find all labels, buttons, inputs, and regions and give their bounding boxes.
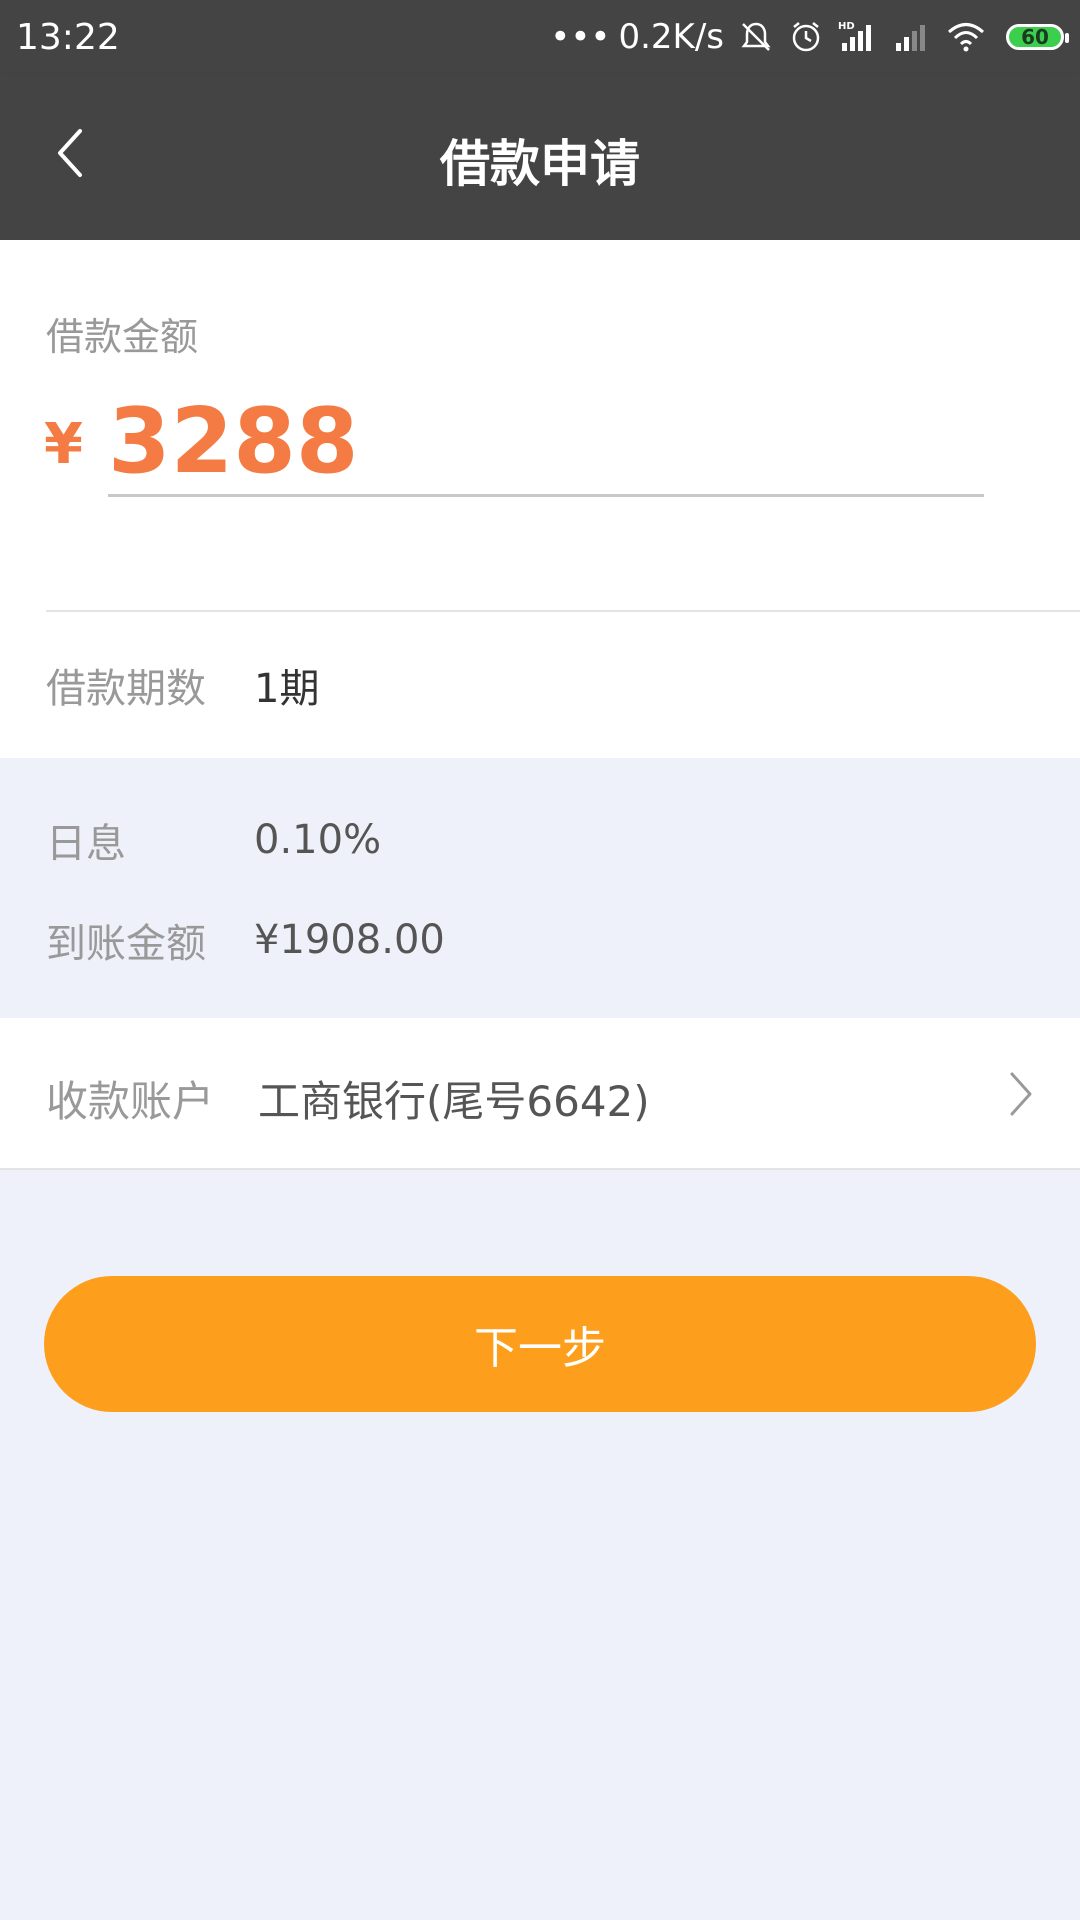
status-time: 13:22	[16, 16, 120, 58]
loan-amount-label: 借款金额	[46, 315, 199, 359]
alarm-icon	[788, 17, 824, 57]
mute-icon	[738, 17, 774, 57]
svg-text:HD: HD	[838, 21, 855, 32]
daily-interest-row: 日息 0.10%	[0, 810, 1080, 870]
wifi-icon	[946, 17, 986, 57]
more-dots: •••	[550, 17, 611, 57]
loan-period-label: 借款期数	[46, 666, 206, 712]
loan-amount-input[interactable]	[108, 388, 984, 497]
loan-info-block: 日息 0.10% 到账金额 ¥1908.00	[0, 758, 1080, 1018]
next-step-button[interactable]: 下一步	[44, 1276, 1036, 1412]
currency-symbol: ¥	[44, 412, 83, 477]
receiving-account-label: 收款账户	[46, 1077, 215, 1126]
network-speed: 0.2K/s	[618, 17, 724, 57]
received-amount-value: ¥1908.00	[254, 917, 445, 963]
loan-application-screen: 13:22 ••• 0.2K/s HD 60 借款申请 借款金额 ¥ 3288 …	[0, 0, 1080, 1920]
signal-icon	[892, 17, 932, 57]
hd-signal-icon: HD	[838, 17, 878, 57]
status-bar: 13:22 ••• 0.2K/s HD 60	[0, 0, 1080, 74]
received-amount-row: 到账金额 ¥1908.00	[0, 910, 1080, 970]
received-amount-label: 到账金额	[46, 921, 206, 967]
app-header: 借款申请	[0, 74, 1080, 240]
loan-amount-section: 借款金额 ¥ 借款期数 1期	[0, 240, 1080, 758]
daily-interest-value: 0.10%	[254, 817, 382, 863]
loan-period-value: 1期	[254, 666, 320, 712]
battery-icon: 60	[1006, 24, 1069, 50]
daily-interest-label: 日息	[46, 821, 126, 867]
loan-period-row[interactable]: 借款期数 1期	[0, 612, 1080, 758]
chevron-right-icon	[1000, 1066, 1040, 1122]
status-icons: ••• 0.2K/s HD 60	[550, 17, 1069, 57]
receiving-account-value: 工商银行(尾号6642)	[258, 1077, 650, 1126]
receiving-account-row[interactable]: 收款账户 工商银行(尾号6642)	[0, 1018, 1080, 1170]
page-title: 借款申请	[440, 135, 640, 193]
